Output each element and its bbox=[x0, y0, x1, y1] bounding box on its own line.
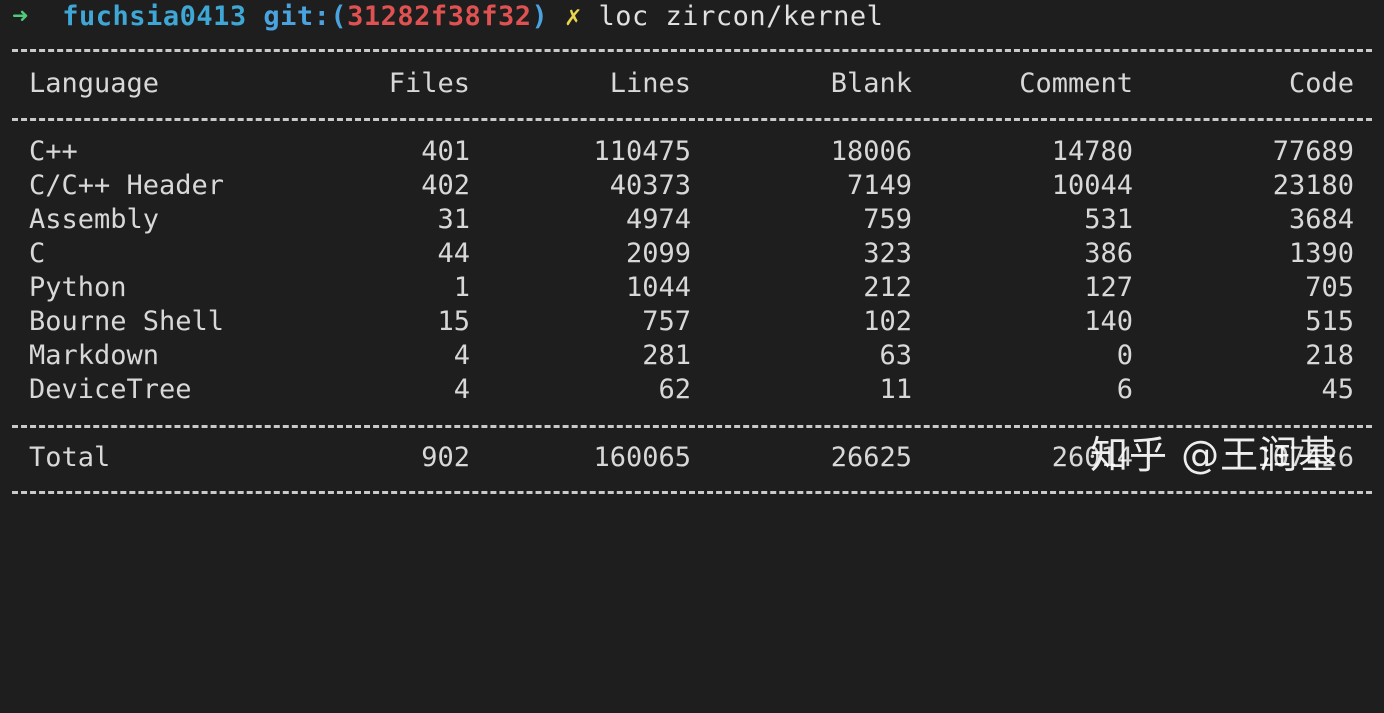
total-blank: 26625 bbox=[830, 442, 912, 473]
table-row: Python 1 1044 212 127 705 bbox=[0, 271, 1384, 305]
prompt-directory: fuchsia0413 bbox=[62, 1, 247, 32]
row-blank: 759 bbox=[863, 204, 912, 235]
header-language: Language bbox=[29, 68, 160, 99]
prompt-arrow-icon: ➜ bbox=[12, 1, 29, 32]
row-lines: 2099 bbox=[625, 238, 691, 269]
row-lines: 62 bbox=[658, 374, 691, 405]
row-code: 1390 bbox=[1288, 238, 1354, 269]
header-blank: Blank bbox=[830, 68, 912, 99]
row-code: 218 bbox=[1305, 340, 1354, 371]
row-comment: 6 bbox=[1116, 374, 1133, 405]
table-rule-top bbox=[12, 49, 1372, 52]
row-files: 4 bbox=[453, 374, 470, 405]
row-files: 15 bbox=[437, 306, 470, 337]
row-comment: 127 bbox=[1084, 272, 1133, 303]
row-code: 705 bbox=[1305, 272, 1354, 303]
row-blank: 323 bbox=[863, 238, 912, 269]
prompt-commit-hash: 31282f38f32 bbox=[347, 1, 532, 32]
row-files: 402 bbox=[421, 170, 470, 201]
row-comment: 140 bbox=[1084, 306, 1133, 337]
table-row: Bourne Shell 15 757 102 140 515 bbox=[0, 305, 1384, 339]
row-blank: 7149 bbox=[846, 170, 912, 201]
prompt-command: loc zircon/kernel bbox=[598, 1, 884, 32]
table-rule-header bbox=[12, 118, 1372, 121]
header-comment: Comment bbox=[1019, 68, 1133, 99]
shell-prompt: ➜ fuchsia0413 git:(31282f38f32) ✗ loc zi… bbox=[12, 0, 883, 34]
row-comment: 386 bbox=[1084, 238, 1133, 269]
prompt-dirty-icon: ✗ bbox=[565, 1, 582, 32]
table-row: C/C++ Header 402 40373 7149 10044 23180 bbox=[0, 169, 1384, 203]
row-files: 1 bbox=[453, 272, 470, 303]
row-blank: 102 bbox=[863, 306, 912, 337]
row-lines: 757 bbox=[642, 306, 691, 337]
row-code: 45 bbox=[1321, 374, 1354, 405]
total-language: Total bbox=[29, 442, 111, 473]
row-lines: 1044 bbox=[625, 272, 691, 303]
header-code: Code bbox=[1288, 68, 1354, 99]
row-language: Bourne Shell bbox=[29, 306, 225, 337]
row-blank: 18006 bbox=[830, 136, 912, 167]
row-blank: 63 bbox=[879, 340, 912, 371]
row-lines: 40373 bbox=[609, 170, 691, 201]
row-code: 77689 bbox=[1272, 136, 1354, 167]
row-files: 4 bbox=[453, 340, 470, 371]
row-comment: 0 bbox=[1116, 340, 1133, 371]
row-code: 23180 bbox=[1272, 170, 1354, 201]
table-header-row: Language Files Lines Blank Comment Code bbox=[0, 67, 1384, 101]
row-comment: 14780 bbox=[1051, 136, 1133, 167]
row-language: C++ bbox=[29, 136, 78, 167]
row-lines: 4974 bbox=[625, 204, 691, 235]
row-language: Assembly bbox=[29, 204, 160, 235]
prompt-git-label: git: bbox=[263, 1, 331, 32]
row-lines: 281 bbox=[642, 340, 691, 371]
row-comment: 10044 bbox=[1051, 170, 1133, 201]
prompt-paren-close: ) bbox=[531, 1, 549, 32]
row-files: 44 bbox=[437, 238, 470, 269]
table-rule-bottom bbox=[12, 491, 1372, 494]
table-row: DeviceTree 4 62 11 6 45 bbox=[0, 373, 1384, 407]
table-row: Assembly 31 4974 759 531 3684 bbox=[0, 203, 1384, 237]
row-language: Markdown bbox=[29, 340, 160, 371]
row-language: Python bbox=[29, 272, 127, 303]
row-files: 31 bbox=[437, 204, 470, 235]
row-lines: 110475 bbox=[593, 136, 691, 167]
table-row: C 44 2099 323 386 1390 bbox=[0, 237, 1384, 271]
header-files: Files bbox=[388, 68, 470, 99]
row-blank: 11 bbox=[879, 374, 912, 405]
row-language: C bbox=[29, 238, 46, 269]
row-language: DeviceTree bbox=[29, 374, 192, 405]
row-blank: 212 bbox=[863, 272, 912, 303]
row-files: 401 bbox=[421, 136, 470, 167]
terminal-window[interactable]: ➜ fuchsia0413 git:(31282f38f32) ✗ loc zi… bbox=[0, 0, 1384, 506]
total-files: 902 bbox=[421, 442, 470, 473]
row-code: 3684 bbox=[1288, 204, 1354, 235]
row-code: 515 bbox=[1305, 306, 1354, 337]
table-row: Markdown 4 281 63 0 218 bbox=[0, 339, 1384, 373]
prompt-paren-open: ( bbox=[330, 1, 348, 32]
table-row: C++ 401 110475 18006 14780 77689 bbox=[0, 135, 1384, 169]
header-lines: Lines bbox=[609, 68, 691, 99]
row-comment: 531 bbox=[1084, 204, 1133, 235]
row-language: C/C++ Header bbox=[29, 170, 225, 201]
total-lines: 160065 bbox=[593, 442, 691, 473]
watermark: 知乎 @王润基 bbox=[1090, 433, 1338, 477]
